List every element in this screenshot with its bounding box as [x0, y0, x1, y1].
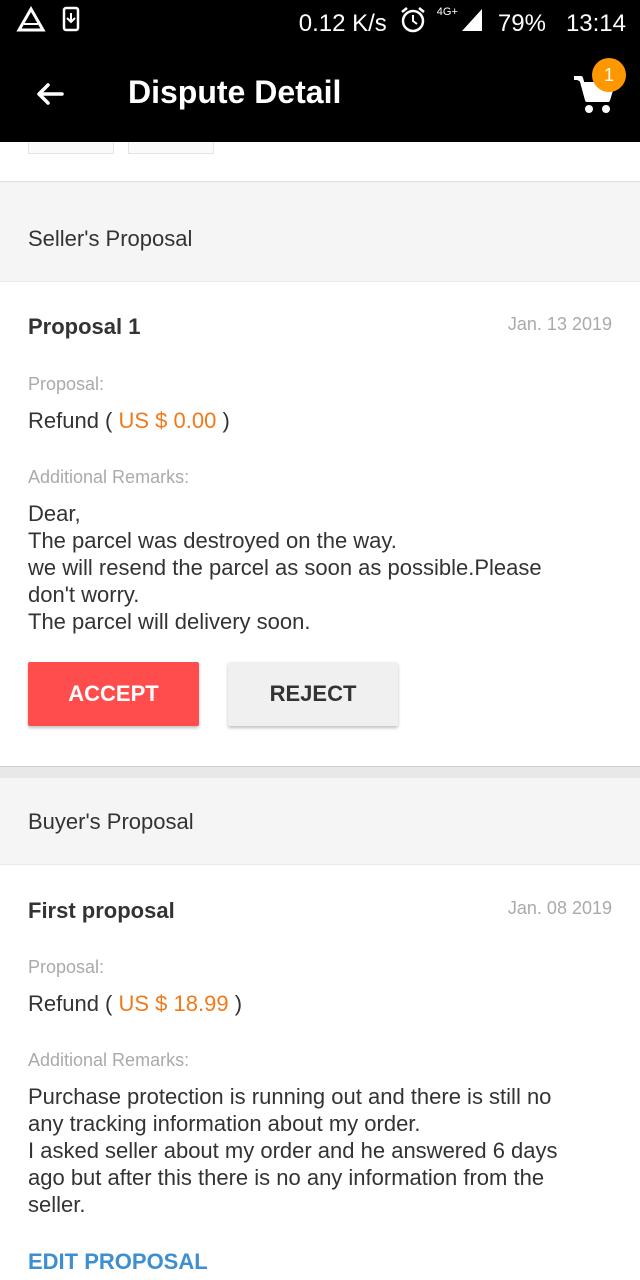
remarks-line: Dear,: [28, 501, 81, 526]
remarks-line: Purchase protection is running out and t…: [28, 1084, 552, 1109]
proposal-label: Proposal:: [28, 374, 105, 394]
remarks-line: ago but after this there is no any infor…: [28, 1165, 545, 1190]
status-bar: 0.12 K/s 4G+ 79% 13:14: [0, 0, 640, 44]
remarks-line: seller.: [28, 1192, 86, 1217]
arrow-left-icon: [37, 83, 64, 105]
refund-value: Refund ( US $ 18.99 ): [28, 991, 242, 1017]
section-title: Buyer's Proposal: [28, 809, 194, 834]
remarks-line: any tracking information about my order.: [28, 1111, 421, 1136]
remarks-line: don't worry.: [28, 582, 140, 607]
attachment-thumbnail[interactable]: [28, 142, 114, 154]
warning-icon: [16, 5, 46, 37]
edit-proposal-link[interactable]: EDIT PROPOSAL: [28, 1249, 208, 1275]
refund-value: Refund ( US $ 0.00 ): [28, 408, 230, 434]
network-speed: 0.12 K/s: [298, 9, 387, 37]
remarks-line: we will resend the parcel as soon as pos…: [28, 555, 542, 580]
reject-button[interactable]: REJECT: [228, 662, 398, 726]
refund-suffix: ): [216, 408, 230, 433]
battery-percent: 79%: [497, 9, 546, 37]
proposal-date: Jan. 08 2019: [507, 898, 612, 918]
section-title: Seller's Proposal: [28, 226, 193, 251]
section-divider: [0, 766, 640, 778]
app-bar: Dispute Detail 1: [0, 44, 640, 142]
attachment-strip: [0, 142, 640, 182]
refund-amount: US $ 18.99: [118, 991, 229, 1016]
clock: 13:14: [565, 9, 626, 37]
download-icon: [62, 6, 80, 37]
network-type: 4G+: [436, 6, 458, 18]
sellers-proposal-card: Proposal 1 Jan. 13 2019 Proposal: Refund…: [0, 282, 640, 766]
remarks-line: The parcel was destroyed on the way.: [28, 528, 397, 553]
remarks-line: The parcel will delivery soon.: [28, 609, 311, 634]
remarks-text: Dear, The parcel was destroyed on the wa…: [28, 500, 612, 635]
page-title: Dispute Detail: [128, 74, 342, 110]
remarks-line: I asked seller about my order and he ans…: [28, 1138, 558, 1163]
remarks-label: Additional Remarks:: [28, 467, 190, 487]
refund-amount: US $ 0.00: [118, 408, 217, 433]
remarks-text: Purchase protection is running out and t…: [28, 1083, 612, 1218]
buyers-proposal-header: Buyer's Proposal: [0, 779, 640, 865]
sellers-proposal-header: Seller's Proposal: [0, 196, 640, 282]
proposal-label: Proposal:: [28, 957, 105, 977]
proposal-title: First proposal: [28, 898, 175, 923]
remarks-label: Additional Remarks:: [28, 1050, 190, 1070]
accept-button[interactable]: ACCEPT: [28, 662, 199, 726]
attachment-thumbnail[interactable]: [128, 142, 214, 154]
alarm-icon: [399, 6, 427, 41]
proposal-title: Proposal 1: [28, 314, 141, 339]
back-button[interactable]: [30, 74, 70, 114]
buyers-proposal-card: First proposal Jan. 08 2019 Proposal: Re…: [0, 865, 640, 1280]
proposal-date: Jan. 13 2019: [507, 314, 612, 334]
signal-icon: [460, 7, 484, 40]
refund-prefix: Refund (: [28, 408, 119, 433]
refund-suffix: ): [228, 991, 243, 1016]
cart-count-badge: 1: [592, 58, 626, 92]
refund-prefix: Refund (: [28, 991, 119, 1016]
